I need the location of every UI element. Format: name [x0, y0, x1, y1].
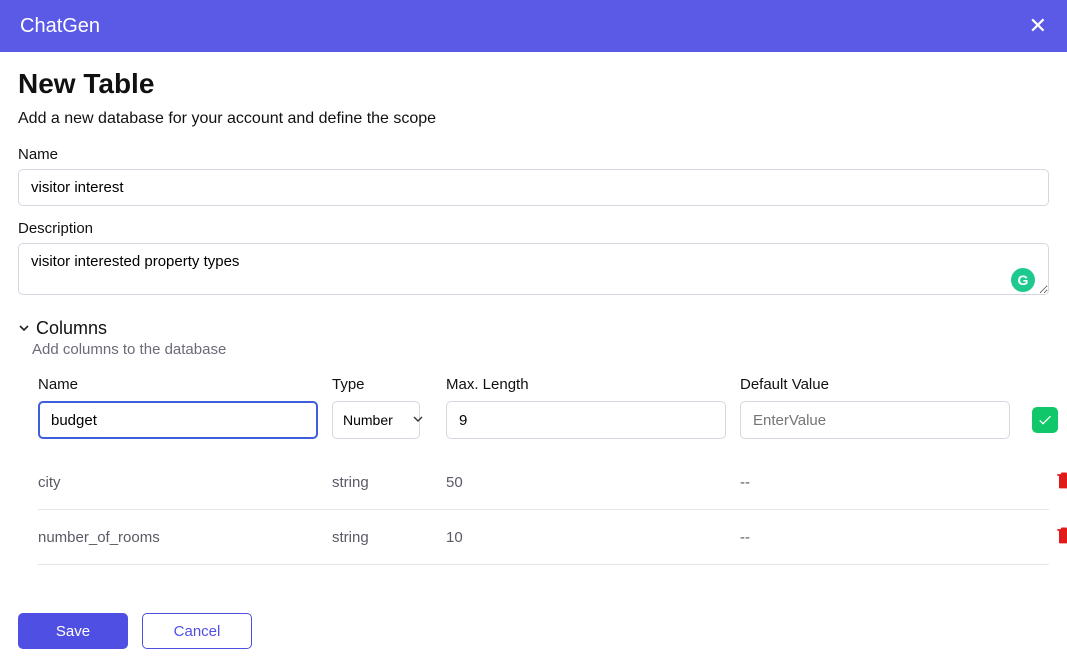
- row-default: --: [740, 529, 1010, 546]
- col-header-default: Default Value: [740, 376, 1010, 393]
- titlebar: ChatGen ✕: [0, 0, 1067, 52]
- col-header-name: Name: [38, 376, 318, 393]
- description-label: Description: [18, 220, 1049, 237]
- col-header-maxlength: Max. Length: [446, 376, 726, 393]
- delete-row-button[interactable]: [1054, 469, 1067, 495]
- delete-row-button[interactable]: [1054, 524, 1067, 550]
- column-maxlength-input[interactable]: [446, 401, 726, 439]
- column-type-select[interactable]: Number: [332, 401, 420, 439]
- confirm-column-button[interactable]: [1032, 407, 1058, 433]
- row-default: --: [740, 474, 1010, 491]
- row-name: city: [38, 474, 318, 491]
- table-row: number_of_rooms string 10 --: [38, 510, 1049, 565]
- columns-heading: Columns: [36, 318, 107, 339]
- app-name: ChatGen: [20, 15, 100, 38]
- row-maxlength: 10: [446, 529, 726, 546]
- row-maxlength: 50: [446, 474, 726, 491]
- page-title: New Table: [18, 68, 1049, 100]
- row-type: string: [332, 474, 432, 491]
- save-button[interactable]: Save: [18, 613, 128, 649]
- grammarly-icon[interactable]: G: [1011, 268, 1035, 292]
- page-subtitle: Add a new database for your account and …: [18, 110, 1049, 128]
- name-label: Name: [18, 146, 1049, 163]
- row-type: string: [332, 529, 432, 546]
- column-default-input[interactable]: [740, 401, 1010, 439]
- description-input[interactable]: visitor interested property types: [18, 243, 1049, 295]
- trash-icon: [1054, 469, 1067, 491]
- columns-toggle[interactable]: Columns: [18, 318, 1049, 339]
- name-input[interactable]: [18, 169, 1049, 206]
- cancel-button[interactable]: Cancel: [142, 613, 252, 649]
- columns-subtitle: Add columns to the database: [32, 341, 1049, 358]
- trash-icon: [1054, 524, 1067, 546]
- dialog-body: New Table Add a new database for your ac…: [0, 52, 1067, 667]
- col-header-type: Type: [332, 376, 432, 393]
- check-icon: [1037, 412, 1053, 428]
- column-name-input[interactable]: [38, 401, 318, 439]
- close-icon[interactable]: ✕: [1029, 15, 1047, 37]
- row-name: number_of_rooms: [38, 529, 318, 546]
- table-row: city string 50 --: [38, 455, 1049, 510]
- chevron-down-icon: [18, 318, 30, 339]
